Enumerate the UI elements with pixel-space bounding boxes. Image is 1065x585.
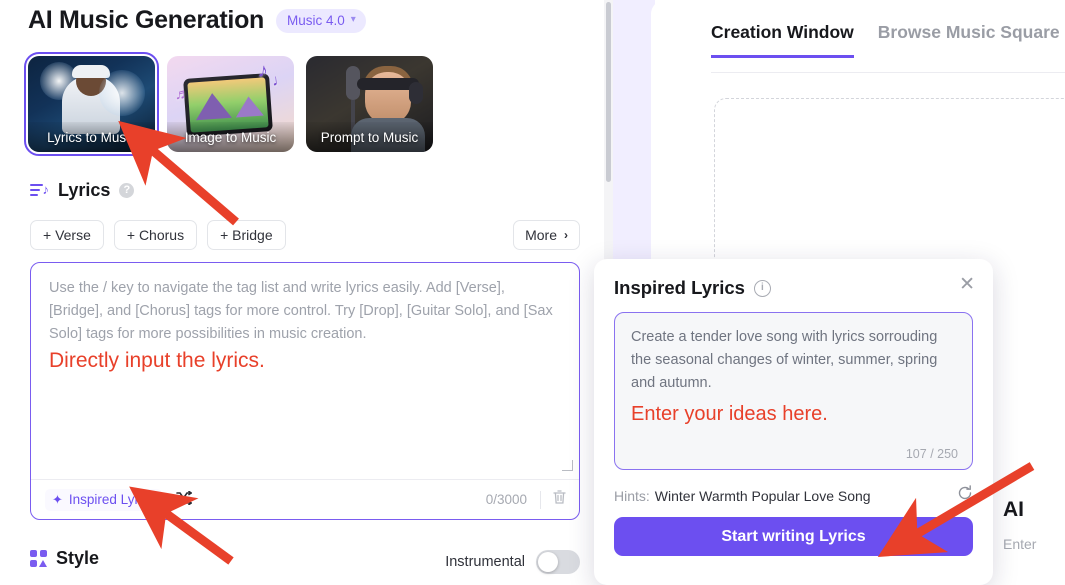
inspired-lyrics-modal: Inspired Lyrics i ✕ Create a tender love…	[594, 259, 993, 585]
page-header: AI Music Generation Music 4.0 ▾	[28, 6, 366, 35]
right-panel-tabs: Creation Window Browse Music Square	[711, 22, 1060, 58]
inspired-lyrics-button[interactable]: ✦ Inspired Lyrics	[45, 488, 163, 511]
add-verse-button[interactable]: + Verse	[30, 220, 104, 250]
lyrics-section-header: ♪ Lyrics ?	[30, 180, 135, 201]
style-section-header: Style	[30, 548, 99, 569]
instrumental-toggle[interactable]	[536, 550, 580, 574]
lyrics-input-box[interactable]: Use the / key to navigate the tag list a…	[30, 262, 580, 520]
hints-row: Hints: Winter Warmth Popular Love Song	[614, 485, 973, 506]
mode-card-lyrics-to-music[interactable]: Lyrics to Music	[24, 52, 159, 156]
mode-card-prompt-to-music[interactable]: Prompt to Music	[306, 56, 433, 152]
instrumental-label: Instrumental	[445, 554, 525, 570]
left-creation-panel: AI Music Generation Music 4.0 ▾ Lyrics t…	[0, 0, 605, 585]
lyrics-bottom-toolbar: ✦ Inspired Lyrics 0/3000	[31, 479, 579, 519]
add-bridge-button[interactable]: + Bridge	[207, 220, 286, 250]
mode-card-image-to-music[interactable]: ♪ ♩ ♬ Image to Music	[167, 56, 294, 152]
resize-handle[interactable]	[562, 460, 573, 471]
more-label: More	[525, 227, 557, 243]
start-writing-lyrics-button[interactable]: Start writing Lyrics	[614, 517, 973, 556]
more-tags-button[interactable]: More ›	[513, 220, 580, 250]
app-root: AI Music Generation Music 4.0 ▾ Lyrics t…	[0, 0, 1065, 585]
close-icon[interactable]: ✕	[959, 275, 975, 294]
music-list-icon: ♪	[30, 183, 49, 199]
instrumental-toggle-row: Instrumental	[445, 550, 580, 574]
mode-card-label: Lyrics to Music	[28, 122, 155, 152]
info-icon[interactable]: i	[753, 279, 771, 297]
mode-card-label: Prompt to Music	[306, 122, 433, 152]
style-section-title: Style	[56, 548, 100, 568]
ai-panel-snippet: AI Enter	[1003, 498, 1065, 552]
page-title: AI Music Generation	[28, 6, 265, 34]
mode-card-label: Image to Music	[167, 122, 294, 152]
lyrics-character-counter: 0/3000	[485, 492, 527, 507]
hints-value[interactable]: Winter Warmth Popular Love Song	[655, 488, 871, 504]
add-chorus-button[interactable]: + Chorus	[113, 220, 198, 250]
help-icon[interactable]: ?	[119, 183, 135, 198]
inspiration-textarea[interactable]: Create a tender love song with lyrics so…	[614, 312, 973, 470]
style-grid-icon	[30, 550, 47, 567]
chevron-down-icon: ▾	[350, 14, 356, 25]
tab-browse-music-square[interactable]: Browse Music Square	[878, 22, 1060, 58]
chevron-right-icon: ›	[564, 228, 568, 242]
toolbar-divider	[540, 490, 541, 509]
tab-creation-window[interactable]: Creation Window	[711, 22, 854, 58]
annotation-directly-input-lyrics: Directly input the lyrics.	[49, 349, 265, 372]
inspired-lyrics-label: Inspired Lyrics	[68, 492, 156, 507]
inspiration-textarea-value: Create a tender love song with lyrics so…	[631, 329, 938, 391]
tab-divider	[711, 72, 1065, 73]
inspiration-character-counter: 107 / 250	[905, 447, 958, 461]
vertical-scrollbar-thumb[interactable]	[606, 2, 611, 182]
ai-snippet-subtitle: Enter	[1003, 536, 1037, 552]
hints-label: Hints:	[614, 487, 650, 504]
lyrics-tag-toolbar: + Verse + Chorus + Bridge More ›	[30, 220, 580, 250]
lyrics-placeholder-text: Use the / key to navigate the tag list a…	[49, 280, 553, 342]
mode-card-list: Lyrics to Music ♪ ♩ ♬ Image to Music Promp…	[24, 52, 433, 156]
annotation-enter-your-ideas: Enter your ideas here.	[631, 403, 828, 425]
sparkle-icon: ✦	[52, 491, 63, 507]
trash-icon[interactable]	[552, 489, 567, 510]
shuffle-icon[interactable]	[176, 490, 194, 509]
modal-title: Inspired Lyrics	[614, 277, 745, 298]
lyrics-section-title: Lyrics	[58, 180, 111, 200]
model-version-label: Music 4.0	[287, 12, 345, 28]
refresh-icon[interactable]	[957, 485, 973, 506]
modal-header: Inspired Lyrics i	[614, 277, 771, 299]
ai-snippet-title: AI	[1003, 498, 1024, 521]
model-version-dropdown[interactable]: Music 4.0 ▾	[276, 8, 366, 33]
